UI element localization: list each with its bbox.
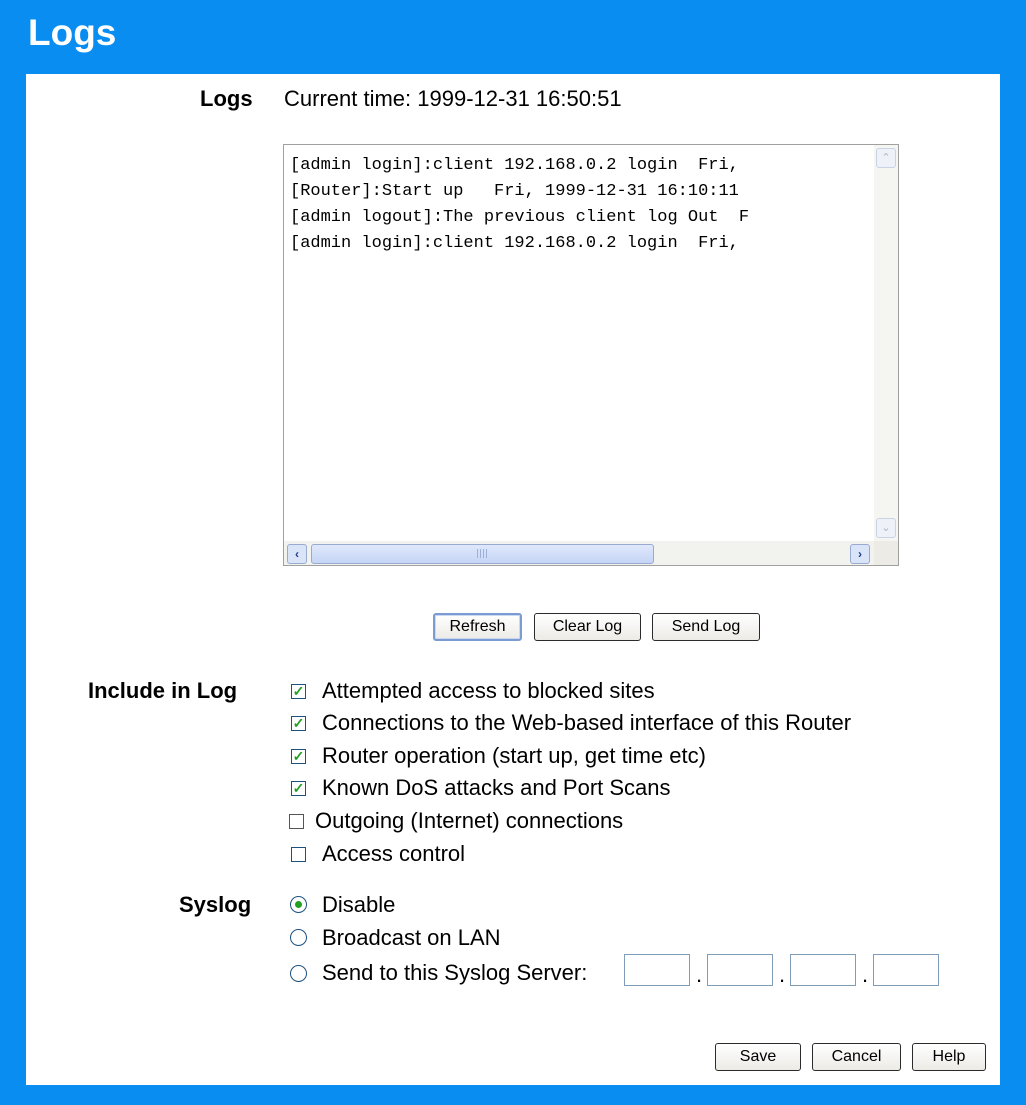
option-router-operation: Router operation (start up, get time etc… [322, 743, 706, 768]
clear-log-button[interactable]: Clear Log [534, 613, 641, 641]
logs-label: Logs [200, 86, 253, 111]
radio-broadcast-lan[interactable] [290, 929, 307, 946]
checkbox-dos-attacks[interactable]: ✓ [291, 781, 306, 796]
current-time-value: 1999-12-31 16:50:51 [417, 86, 622, 111]
help-button[interactable]: Help [912, 1043, 986, 1071]
option-web-interface: Connections to the Web-based interface o… [322, 710, 852, 735]
syslog-ip-octet-3[interactable] [790, 954, 856, 986]
checkbox-access-control[interactable] [291, 847, 306, 862]
option-broadcast-lan: Broadcast on LAN [322, 925, 501, 950]
checkbox-outgoing[interactable] [289, 814, 304, 829]
cancel-button[interactable]: Cancel [812, 1043, 901, 1071]
scroll-thumb[interactable] [311, 544, 654, 564]
option-blocked-sites: Attempted access to blocked sites [322, 678, 655, 703]
log-entries: [admin login]:client 192.168.0.2 login F… [290, 156, 750, 253]
syslog-ip-octet-1[interactable] [624, 954, 690, 986]
right-arrow-icon[interactable]: › [850, 544, 870, 564]
current-time-text: Current time: 1999-12-31 16:50:51 [284, 86, 622, 112]
syslog-label: Syslog [179, 892, 252, 917]
send-log-button[interactable]: Send Log [652, 613, 760, 641]
option-outgoing: Outgoing (Internet) connections [315, 808, 624, 833]
syslog-ip-octet-2[interactable] [707, 954, 773, 986]
left-arrow-icon[interactable]: ‹ [287, 544, 307, 564]
include-in-log-label: Include in Log [88, 678, 238, 703]
option-syslog-server: Send to this Syslog Server: [322, 960, 588, 985]
ip-separator: . [696, 962, 703, 987]
checkbox-blocked-sites[interactable]: ✓ [291, 684, 306, 699]
save-button[interactable]: Save [715, 1043, 801, 1071]
radio-selected-dot [295, 901, 302, 908]
checkbox-router-operation[interactable]: ✓ [291, 749, 306, 764]
ip-separator: . [862, 962, 869, 987]
ip-separator: . [779, 962, 786, 987]
content-panel: Logs Current time: 1999-12-31 16:50:51 [… [26, 74, 1000, 1085]
horizontal-scrollbar[interactable]: ‹ › [284, 541, 874, 565]
log-textarea[interactable]: [admin login]:client 192.168.0.2 login F… [283, 144, 899, 566]
syslog-ip-octet-4[interactable] [873, 954, 939, 986]
up-arrow-icon[interactable]: ⌃ [876, 148, 896, 168]
grip-icon [477, 549, 487, 558]
refresh-button[interactable]: Refresh [433, 613, 522, 641]
radio-syslog-server[interactable] [290, 965, 307, 982]
option-dos-attacks: Known DoS attacks and Port Scans [322, 775, 671, 800]
radio-disable[interactable] [290, 896, 307, 913]
checkbox-web-interface[interactable]: ✓ [291, 716, 306, 731]
scroll-corner [874, 541, 898, 565]
down-arrow-icon[interactable]: ⌄ [876, 518, 896, 538]
page-title: Logs [28, 12, 117, 53]
option-access-control: Access control [322, 841, 466, 866]
current-time-label: Current time: [284, 86, 412, 111]
vertical-scrollbar[interactable]: ⌃ ⌄ [874, 145, 898, 541]
option-disable: Disable [322, 892, 396, 917]
